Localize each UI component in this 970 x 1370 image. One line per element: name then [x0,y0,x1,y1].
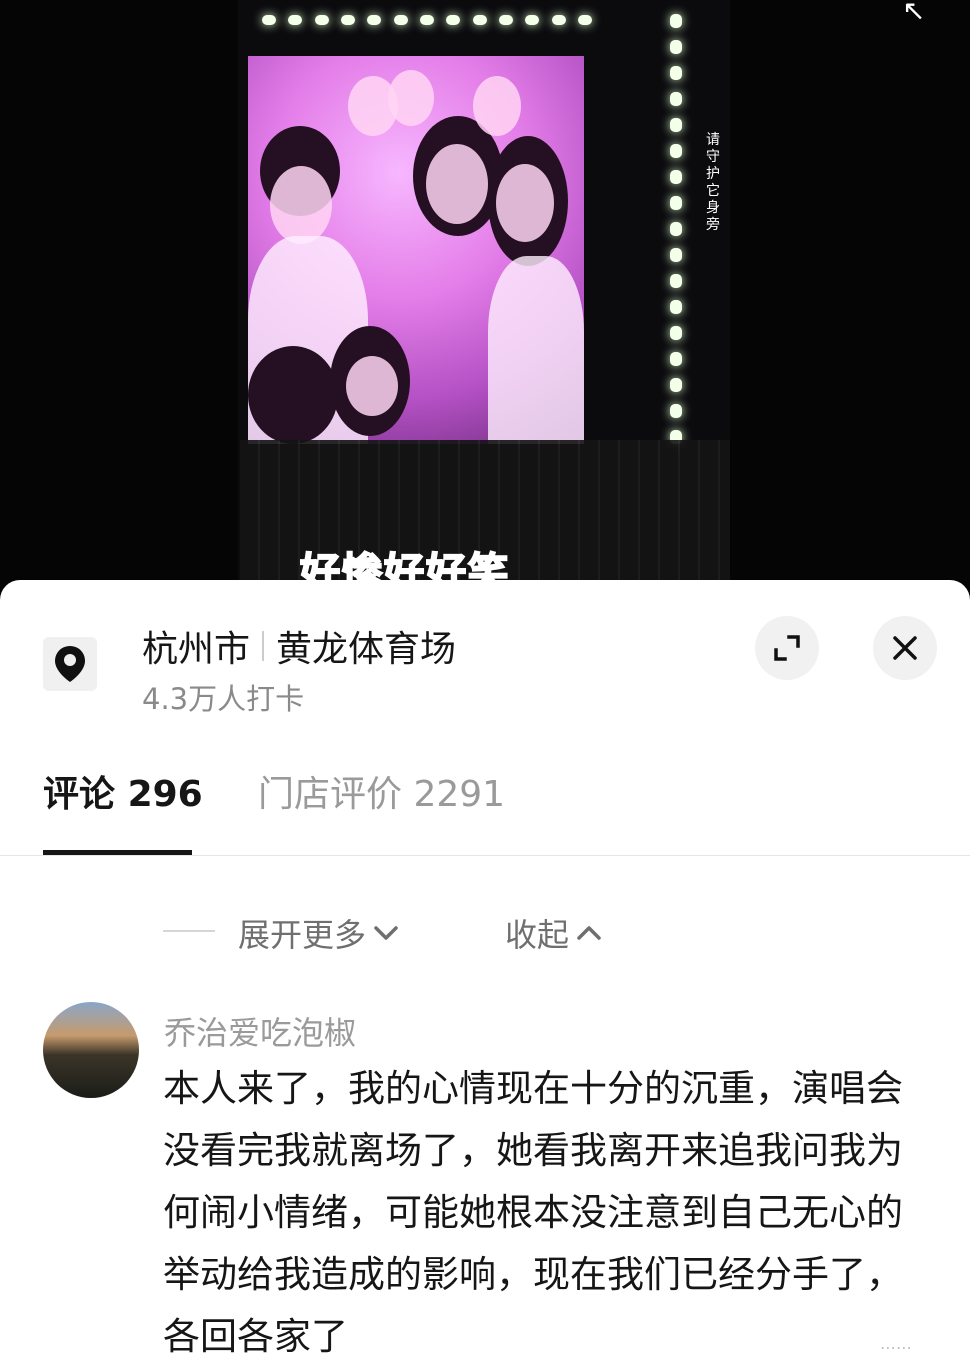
collapse-button[interactable]: 收起 [505,910,603,956]
video-player[interactable]: 请守护它身旁 好惨好好笑 ↖ [0,0,970,600]
concert-big-screen [248,56,584,444]
comment-text: 本人来了，我的心情现在十分的沉重，演唱会没看完我就离场了，她看我离开来追我问我为… [163,1067,903,1358]
location-title[interactable]: 杭州市 黄龙体育场 [142,620,456,672]
watermark-icon: ⋯⋯ [880,1338,912,1357]
close-icon [893,636,917,660]
stage-side-lights [670,14,684,444]
avatar[interactable] [43,1002,139,1098]
location-pin-icon [43,637,97,691]
tab-comments-count: 296 [127,774,203,815]
location-city: 杭州市 [142,629,251,670]
reply-thread-line [163,930,215,932]
collapse-label: 收起 [505,916,570,954]
chevron-down-icon [374,926,398,940]
tabs-divider [0,855,970,856]
tab-reviews-label: 门店评价 [258,774,403,815]
tab-comments[interactable]: 评论 296 [43,765,203,817]
comment-username[interactable]: 乔治爱吃泡椒 [164,1008,356,1054]
title-separator [262,631,265,661]
location-venue: 黄龙体育场 [276,629,457,670]
checkin-count: 4.3万人打卡 [142,682,305,716]
expand-more-button[interactable]: 展开更多 [238,910,400,956]
expand-more-label: 展开更多 [238,916,367,954]
expand-icon [774,635,800,661]
stage-top-lights [262,6,592,34]
expand-button[interactable] [755,616,819,680]
close-button[interactable] [873,616,937,680]
chevron-up-icon [577,926,601,940]
tab-store-reviews[interactable]: 门店评价 2291 [258,765,505,817]
comments-sheet: 杭州市 黄龙体育场 4.3万人打卡 评论 296 门店评价 2291 展开更多 … [0,580,970,1370]
tab-comments-label: 评论 [43,774,116,815]
screen-vertical-text: 请守护它身旁 [706,132,720,233]
back-arrow-icon[interactable]: ↖ [902,0,925,27]
tab-reviews-count: 2291 [413,774,506,815]
